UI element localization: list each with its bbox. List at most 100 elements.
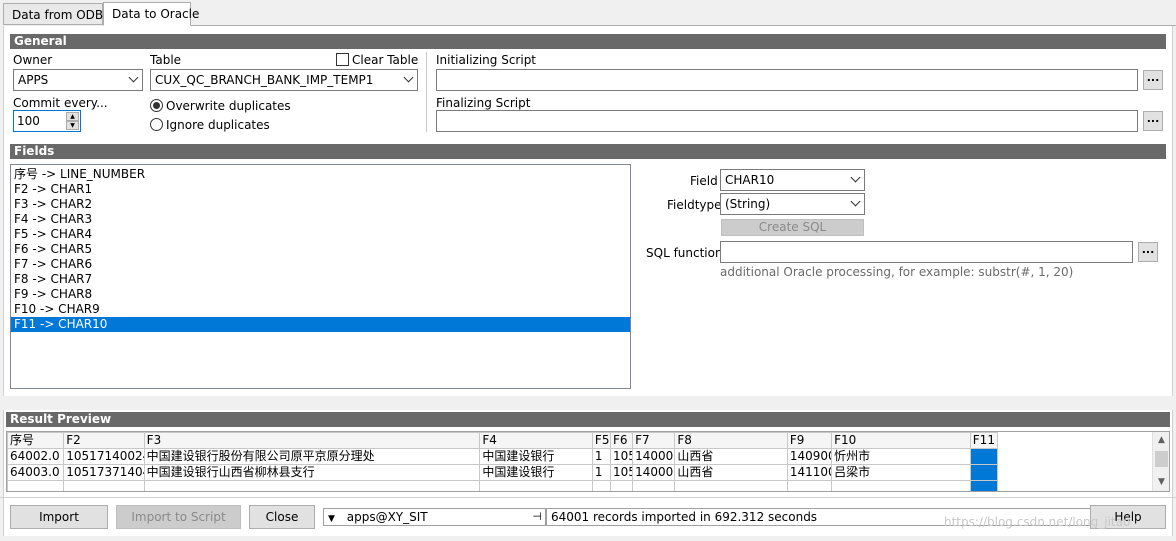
scroll-thumb[interactable] bbox=[1155, 451, 1168, 467]
bottom-divider bbox=[0, 497, 1176, 498]
list-item[interactable]: 序号 -> LINE_NUMBER bbox=[11, 167, 630, 182]
pane-splitter[interactable] bbox=[0, 396, 1176, 410]
general-separator bbox=[426, 52, 427, 132]
watermark-text: https://blog.csdn.net/long_jitao bbox=[944, 515, 1131, 529]
column-header[interactable]: F8 bbox=[674, 432, 788, 449]
import-button[interactable]: Import bbox=[10, 505, 108, 529]
tab-data-to-oracle[interactable]: Data to Oracle bbox=[103, 2, 199, 26]
owner-combo[interactable]: APPS bbox=[13, 69, 143, 91]
clear-table-checkbox[interactable] bbox=[336, 53, 349, 66]
spin-up-icon[interactable]: ▲ bbox=[66, 112, 79, 121]
fields-list[interactable]: 序号 -> LINE_NUMBER F2 -> CHAR1 F3 -> CHAR… bbox=[10, 164, 631, 389]
chevron-down-icon bbox=[850, 196, 861, 207]
field-combo[interactable]: CHAR10 bbox=[720, 169, 865, 191]
table-row[interactable]: 64002.0 105171400246 中国建设银行股份有限公司原平京原分理处… bbox=[7, 448, 999, 465]
ignore-duplicates-label: Ignore duplicates bbox=[166, 118, 270, 132]
table-cell: 141100 bbox=[786, 464, 833, 481]
finalizing-script-label: Finalizing Script bbox=[436, 96, 531, 110]
table-cell: 64002.0 bbox=[7, 448, 65, 465]
commit-every-spinner[interactable]: 100 ▲ ▼ bbox=[13, 110, 81, 132]
sql-function-browse-button[interactable]: ... bbox=[1138, 242, 1158, 262]
table-cell-selected bbox=[969, 448, 999, 465]
pin-icon: ⊣ bbox=[532, 510, 542, 523]
overwrite-duplicates-radio[interactable] bbox=[150, 99, 163, 112]
list-item[interactable]: F7 -> CHAR6 bbox=[11, 257, 630, 272]
scroll-down-icon[interactable]: ▼ bbox=[1153, 474, 1169, 491]
table-cell: 忻州市 bbox=[831, 448, 971, 465]
table-cell: 山西省 bbox=[674, 448, 788, 465]
table-cell: 山西省 bbox=[674, 464, 788, 481]
list-item[interactable]: F9 -> CHAR8 bbox=[11, 287, 630, 302]
connection-value: apps@XY_SIT bbox=[346, 510, 428, 524]
fieldtype-label: Fieldtype bbox=[667, 198, 722, 212]
column-header[interactable]: F6 bbox=[609, 432, 634, 449]
list-item[interactable]: F5 -> CHAR4 bbox=[11, 227, 630, 242]
table-cell: 140000 bbox=[632, 448, 676, 465]
field-value: CHAR10 bbox=[725, 173, 775, 187]
table-row[interactable]: 64003.0 105173714041 中国建设银行山西省柳林县支行 中国建设… bbox=[7, 464, 999, 481]
table-cell: 105 bbox=[609, 464, 634, 481]
table-cell: 中国建设银行山西省柳林县支行 bbox=[143, 464, 481, 481]
column-header[interactable]: F3 bbox=[143, 432, 481, 449]
list-item[interactable]: F2 -> CHAR1 bbox=[11, 182, 630, 197]
commit-every-value: 100 bbox=[17, 114, 40, 128]
vertical-scrollbar[interactable]: ▲ ▼ bbox=[1152, 432, 1169, 491]
field-label: Field bbox=[690, 174, 718, 188]
tab-data-from-odbc[interactable]: Data from ODBC bbox=[3, 3, 111, 25]
owner-label: Owner bbox=[13, 53, 53, 67]
connection-selector[interactable]: ▼ apps@XY_SIT ⊣ bbox=[323, 508, 546, 526]
list-item[interactable]: F3 -> CHAR2 bbox=[11, 197, 630, 212]
initializing-script-label: Initializing Script bbox=[436, 53, 537, 67]
initializing-script-input[interactable] bbox=[436, 69, 1138, 91]
finalizing-script-input[interactable] bbox=[436, 110, 1138, 132]
list-item[interactable]: F8 -> CHAR7 bbox=[11, 272, 630, 287]
column-header[interactable]: F4 bbox=[479, 432, 593, 449]
table-cell-selected bbox=[969, 464, 999, 481]
table-cell: 1 bbox=[591, 448, 612, 465]
chevron-down-icon bbox=[128, 72, 139, 83]
table-combo[interactable]: CUX_QC_BRANCH_BANK_IMP_TEMP1 bbox=[150, 69, 418, 91]
chevron-down-icon bbox=[850, 172, 861, 183]
table-cell: 中国建设银行 bbox=[479, 448, 593, 465]
table-cell: 140000 bbox=[632, 464, 676, 481]
list-item[interactable]: F10 -> CHAR9 bbox=[11, 302, 630, 317]
column-header[interactable]: F9 bbox=[786, 432, 833, 449]
fieldtype-combo[interactable]: (String) bbox=[720, 193, 865, 215]
column-header[interactable]: F2 bbox=[63, 432, 145, 449]
result-preview-section-header: Result Preview bbox=[6, 412, 1170, 427]
import-to-script-button[interactable]: Import to Script bbox=[116, 505, 241, 529]
create-sql-button[interactable]: Create SQL bbox=[721, 219, 864, 236]
table-value: CUX_QC_BRANCH_BANK_IMP_TEMP1 bbox=[155, 73, 374, 87]
list-item[interactable]: F6 -> CHAR5 bbox=[11, 242, 630, 257]
table-cell: 中国建设银行股份有限公司原平京原分理处 bbox=[143, 448, 481, 465]
table-label: Table bbox=[150, 53, 182, 67]
sql-function-hint: additional Oracle processing, for exampl… bbox=[720, 265, 1074, 279]
column-header[interactable]: F5 bbox=[591, 432, 612, 449]
tab-label: Data from ODBC bbox=[12, 8, 112, 22]
table-row-partial bbox=[7, 480, 999, 491]
scroll-up-icon[interactable]: ▲ bbox=[1153, 432, 1169, 449]
fields-section-header: Fields bbox=[10, 144, 1166, 159]
overwrite-duplicates-label: Overwrite duplicates bbox=[166, 99, 291, 113]
sql-function-label: SQL function bbox=[646, 246, 723, 260]
close-button[interactable]: Close bbox=[249, 505, 315, 529]
column-header[interactable]: 序号 bbox=[7, 432, 65, 449]
column-header[interactable]: F7 bbox=[632, 432, 676, 449]
table-cell: 吕梁市 bbox=[831, 464, 971, 481]
chevron-down-icon bbox=[403, 72, 414, 83]
spin-down-icon[interactable]: ▼ bbox=[66, 121, 79, 130]
list-item-selected[interactable]: F11 -> CHAR10 bbox=[11, 317, 630, 332]
fieldtype-value: (String) bbox=[725, 197, 771, 211]
list-item[interactable]: F4 -> CHAR3 bbox=[11, 212, 630, 227]
ignore-duplicates-radio[interactable] bbox=[150, 118, 163, 131]
column-header[interactable]: F10 bbox=[831, 432, 971, 449]
column-header[interactable]: F11 bbox=[969, 432, 999, 449]
table-cell: 105 bbox=[609, 448, 634, 465]
finalizing-script-browse-button[interactable]: ... bbox=[1143, 111, 1163, 131]
dropdown-arrow-icon: ▼ bbox=[328, 514, 335, 524]
general-section-header: General bbox=[10, 34, 1166, 49]
table-cell: 105173714041 bbox=[63, 464, 145, 481]
sql-function-input[interactable] bbox=[720, 241, 1133, 263]
initializing-script-browse-button[interactable]: ... bbox=[1143, 70, 1163, 90]
result-preview-grid[interactable]: 序号 F2 F3 F4 F5 F6 F7 F8 F9 F10 F11 64002… bbox=[6, 431, 1170, 492]
